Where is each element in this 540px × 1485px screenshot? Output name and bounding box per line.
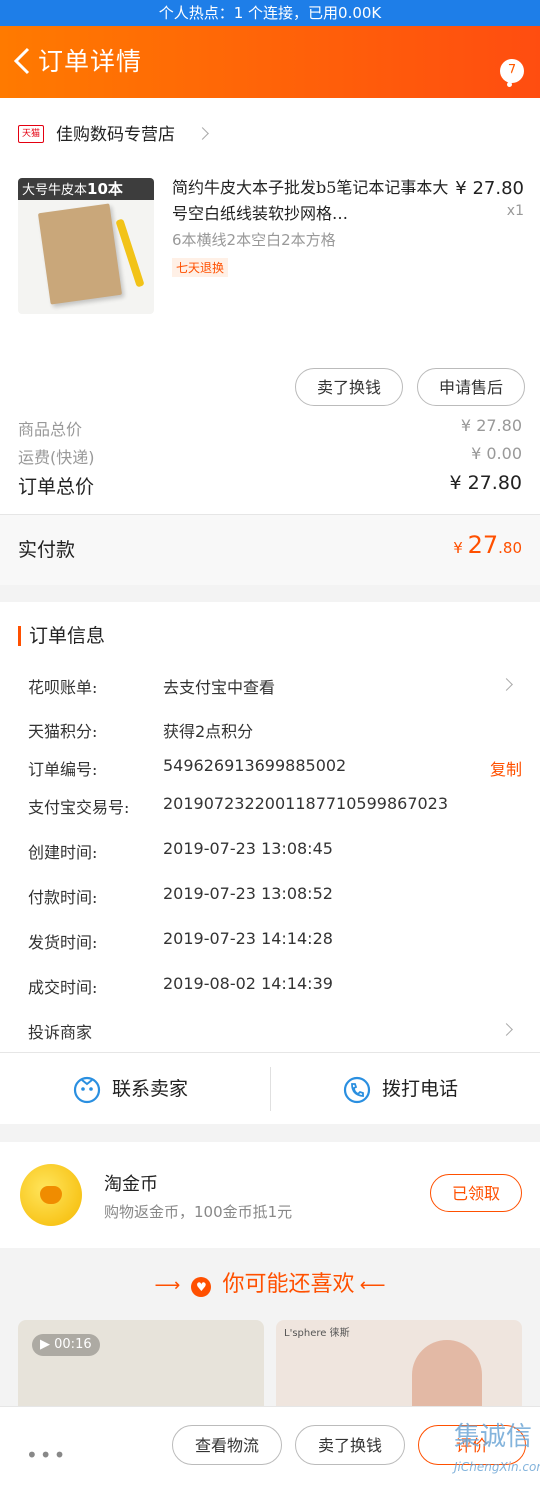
video-time: 00:16 xyxy=(54,1337,92,1352)
info-value: 2019-07-23 14:14:28 xyxy=(163,929,333,948)
heart-icon: ♥ xyxy=(191,1276,212,1297)
info-key: 创建时间: xyxy=(28,843,98,862)
product-image[interactable]: 大号牛皮本10本 xyxy=(18,178,154,314)
video-duration: ▶ 00:16 xyxy=(32,1334,100,1356)
info-key: 发货时间: xyxy=(28,933,98,952)
dash-right-icon: ⟵ xyxy=(359,1275,386,1296)
contact-bar: 联系卖家 拨打电话 xyxy=(0,1052,540,1125)
product-title[interactable]: 简约牛皮大本子批发b5笔记本记事本大号空白纸线装软抄网格… xyxy=(172,175,452,227)
order-total-label: 订单总价 xyxy=(18,476,95,498)
app-header: 订单详情 7 xyxy=(0,26,540,98)
brand-logo: L'sphere 徕斯 xyxy=(284,1328,350,1339)
order-total-value: ¥ 27.80 xyxy=(449,472,522,494)
info-value: 2019-07-23 13:08:52 xyxy=(163,884,333,903)
call-phone-button[interactable]: 拨打电话 xyxy=(342,1053,458,1125)
actual-paid-amount: ¥ 27.80 xyxy=(453,531,522,559)
paid-currency: ¥ xyxy=(453,539,468,557)
ear-image xyxy=(412,1340,482,1410)
chat-icon xyxy=(73,1076,101,1104)
image-tag-text: 大号牛皮本 xyxy=(22,183,88,198)
info-key: 花呗账单: xyxy=(28,678,98,697)
watermark: 集诚信 JiChengXin.com xyxy=(453,1416,540,1474)
pen-image xyxy=(115,218,145,288)
divider xyxy=(270,1067,271,1111)
product-card: 天猫 佳购数码专营店 大号牛皮本10本 简约牛皮大本子批发b5笔记本记事本大号空… xyxy=(0,98,540,585)
info-key: 成交时间: xyxy=(28,978,98,997)
chevron-right-icon xyxy=(500,678,513,691)
chevron-right-icon xyxy=(196,127,209,140)
info-value: 2019-07-23 13:08:45 xyxy=(163,839,333,858)
complain-seller-label: 投诉商家 xyxy=(28,1023,93,1042)
goods-total-row: 商品总价 ¥ 27.80 xyxy=(18,416,522,440)
message-count-badge: 7 xyxy=(500,59,524,83)
actual-paid-row: 实付款 ¥ 27.80 xyxy=(0,514,540,585)
gold-coin-icon xyxy=(20,1164,82,1226)
info-value: 2019072322001187710599867023 xyxy=(163,794,449,813)
freight-row: 运费(快递) ¥ 0.00 xyxy=(18,444,522,468)
phone-icon xyxy=(343,1076,371,1104)
return-policy-tag: 七天退换 xyxy=(172,258,229,277)
recommend-item[interactable]: L'sphere 徕斯 xyxy=(276,1320,522,1410)
copy-button[interactable]: 复制 xyxy=(490,756,522,780)
status-bar: 个人热点：1 个连接，已用0.00K xyxy=(0,0,540,26)
info-value: 2019-08-02 14:14:39 xyxy=(163,974,333,993)
tmall-logo-icon: 天猫 xyxy=(18,125,44,143)
more-dots-icon[interactable]: ••• xyxy=(26,1443,67,1467)
view-logistics-button[interactable]: 查看物流 xyxy=(172,1425,282,1465)
watermark-url: JiChengXin.com xyxy=(453,1460,540,1474)
recommend-item[interactable]: ▶ 00:16 xyxy=(18,1320,264,1410)
contact-seller-button[interactable]: 联系卖家 xyxy=(72,1053,188,1125)
info-key: 天猫积分: xyxy=(28,722,98,741)
recommend-title: 你可能还喜欢 xyxy=(222,1272,355,1297)
recommend-header: ⟶ ♥ 你可能还喜欢 ⟵ xyxy=(0,1262,540,1308)
chevron-right-icon xyxy=(500,1023,513,1036)
notebook-image xyxy=(37,203,123,305)
order-info-card: 订单信息 花呗账单: 去支付宝中查看 天猫积分: 获得2点积分 订单编号: 54… xyxy=(0,602,540,1124)
contact-seller-label: 联系卖家 xyxy=(112,1078,189,1100)
sell-for-cash-button[interactable]: 卖了换钱 xyxy=(295,1425,405,1465)
order-number: 549626913699885002 xyxy=(163,756,347,775)
coin-name: 淘金币 xyxy=(104,1174,158,1195)
coin-description: 购物返金币，100金币抵1元 xyxy=(104,1203,293,1221)
info-key: 订单编号: xyxy=(28,760,98,779)
apply-aftersale-button[interactable]: 申请售后 xyxy=(417,368,525,406)
info-value: 去支付宝中查看 xyxy=(163,678,276,697)
call-phone-label: 拨打电话 xyxy=(382,1078,459,1100)
more-menu-icon[interactable] xyxy=(507,72,512,92)
back-arrow-icon[interactable] xyxy=(10,46,36,76)
product-sku: 6本横线2本空白2本方格 xyxy=(172,231,336,249)
freight-value: ¥ 0.00 xyxy=(471,444,522,463)
actual-paid-label: 实付款 xyxy=(18,539,76,561)
goods-total-value: ¥ 27.80 xyxy=(460,416,522,435)
goods-total-label: 商品总价 xyxy=(18,420,83,439)
dash-left-icon: ⟶ xyxy=(154,1275,181,1296)
info-key: 支付宝交易号: xyxy=(28,798,130,817)
watermark-text: 集诚信 xyxy=(453,1422,532,1452)
product-price: ¥ 27.80 xyxy=(455,178,524,199)
shop-name: 佳购数码专营店 xyxy=(56,125,175,145)
shop-row[interactable]: 天猫 佳购数码专营店 xyxy=(0,98,540,168)
coin-claimed-button[interactable]: 已领取 xyxy=(430,1174,522,1212)
taojinbi-card: 淘金币 购物返金币，100金币抵1元 已领取 xyxy=(0,1142,540,1248)
product-quantity: x1 xyxy=(506,203,524,219)
page-title: 订单详情 xyxy=(38,47,143,76)
paid-integer: 27 xyxy=(467,531,499,559)
info-key: 付款时间: xyxy=(28,888,98,907)
image-tag: 大号牛皮本10本 xyxy=(18,178,154,200)
order-info-title: 订单信息 xyxy=(18,626,105,646)
info-value: 获得2点积分 xyxy=(163,722,254,741)
sell-for-cash-button[interactable]: 卖了换钱 xyxy=(295,368,403,406)
order-total-row: 订单总价 ¥ 27.80 xyxy=(18,472,522,499)
freight-label: 运费(快递) xyxy=(18,448,95,467)
image-tag-count: 10本 xyxy=(87,180,123,198)
paid-decimal: .80 xyxy=(498,539,522,557)
